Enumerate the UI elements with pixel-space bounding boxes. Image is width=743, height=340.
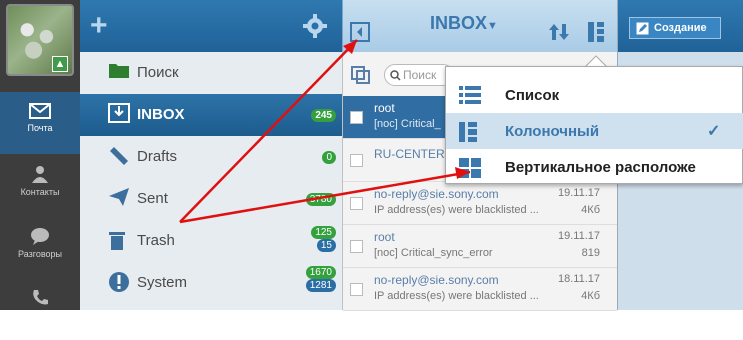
sort-icon[interactable]: [548, 22, 570, 42]
alert-icon: [109, 272, 129, 292]
search-placeholder: Поиск: [403, 68, 437, 82]
row-checkbox[interactable]: [350, 197, 363, 210]
message-sender: no-reply@sie.sony.com: [374, 273, 499, 287]
total-badge: 15: [316, 239, 336, 252]
phone-icon: [33, 290, 48, 305]
message-date: 18.11.17: [557, 273, 600, 285]
rail-item-mail[interactable]: Почта: [0, 92, 80, 154]
folder-item-sent[interactable]: Sent 3780: [80, 178, 342, 220]
columns-icon: [459, 122, 477, 142]
folder-label: System: [137, 274, 188, 291]
folder-item-drafts[interactable]: Drafts 0: [80, 136, 342, 178]
mail-icon: [29, 103, 51, 119]
folder-label: INBOX: [137, 106, 185, 123]
checkmark-icon: ✓: [707, 123, 721, 140]
message-date: 19.11.17: [557, 230, 600, 242]
message-sender: root: [374, 230, 395, 244]
folder-icon: [109, 64, 129, 78]
rail-item-chat[interactable]: Разговоры: [0, 216, 80, 278]
message-subject: [noc] Critical_sync_error: [374, 247, 493, 259]
pencil-icon: [110, 147, 128, 165]
status-badge: ▲: [52, 56, 68, 72]
search-input[interactable]: Поиск: [384, 64, 454, 86]
message-sender: root: [374, 101, 395, 115]
total-badge: 1281: [305, 279, 336, 292]
message-size: 4Кб: [581, 204, 600, 216]
folder-label: Sent: [137, 190, 168, 207]
rail-item-label: Почта: [27, 123, 53, 133]
menu-item-columns[interactable]: Колоночный ✓: [446, 113, 743, 149]
row-checkbox[interactable]: [350, 283, 363, 296]
folder-title: INBOX: [430, 13, 488, 33]
avatar[interactable]: ▲: [6, 4, 74, 76]
unread-badge: 0: [322, 151, 336, 164]
message-sender: no-reply@sie.sony.com: [374, 187, 499, 201]
chevron-down-icon: ▼: [487, 20, 498, 32]
menu-item-label: Список: [505, 87, 560, 104]
search-icon: [390, 70, 401, 81]
rail-item-phone[interactable]: [0, 278, 80, 340]
person-icon: [32, 166, 48, 183]
columns-layout-icon[interactable]: [587, 21, 605, 43]
folder-item-inbox[interactable]: INBOX 245: [80, 94, 342, 136]
unread-badge: 125: [311, 226, 336, 239]
folder-item-system[interactable]: System 1670 1281: [80, 262, 342, 304]
message-subject: IP address(es) were blacklisted ...: [374, 204, 539, 216]
folder-label: Drafts: [137, 148, 178, 165]
compose-icon: [636, 22, 649, 35]
folder-label: Trash: [137, 232, 175, 249]
list-icon: [459, 86, 481, 104]
row-checkbox[interactable]: [350, 240, 363, 253]
message-size: 4Кб: [581, 290, 600, 302]
unread-badge: 1670: [305, 266, 336, 279]
add-folder-button[interactable]: +: [90, 11, 108, 41]
folder-label: Поиск: [137, 64, 179, 81]
inbox-icon: [108, 103, 130, 123]
message-subject: IP address(es) were blacklisted ...: [374, 290, 539, 302]
rail-item-contacts[interactable]: Контакты: [0, 154, 80, 216]
create-label: Создание: [654, 22, 707, 34]
vertical-layout-icon: [459, 158, 481, 178]
trash-icon: [109, 232, 125, 250]
menu-item-vertical[interactable]: Вертикальное расположе: [446, 149, 743, 185]
rail-item-label: Контакты: [20, 187, 60, 197]
create-button[interactable]: Создание: [629, 17, 721, 39]
row-checkbox[interactable]: [350, 154, 363, 167]
menu-item-label: Колоночный: [505, 123, 600, 140]
paper-plane-icon: [109, 188, 129, 206]
message-sender: RU-CENTER: [374, 147, 445, 161]
select-all-icon[interactable]: [351, 66, 371, 84]
message-size: 819: [581, 247, 600, 259]
chat-icon: [31, 228, 49, 245]
folder-title-dropdown[interactable]: INBOX▼: [430, 13, 498, 34]
message-row[interactable]: no-reply@sie.sony.com IP address(es) wer…: [343, 182, 617, 225]
folder-item-trash[interactable]: Trash 125 15: [80, 220, 342, 262]
collapse-panel-icon[interactable]: [350, 22, 370, 42]
message-date: 19.11.17: [557, 187, 600, 199]
menu-item-list[interactable]: Список: [446, 77, 743, 113]
folder-item-search[interactable]: Поиск: [80, 52, 342, 94]
message-row[interactable]: no-reply@sie.sony.com IP address(es) wer…: [343, 268, 617, 311]
unread-badge: 245: [311, 109, 336, 122]
unread-badge: 3780: [305, 193, 336, 206]
gear-icon[interactable]: [303, 14, 327, 38]
message-subject: [noc] Critical_: [374, 118, 441, 130]
message-row[interactable]: root [noc] Critical_sync_error 19.11.17 …: [343, 225, 617, 268]
row-checkbox[interactable]: [350, 111, 363, 124]
rail-item-label: Разговоры: [18, 249, 62, 259]
menu-item-label: Вертикальное расположе: [505, 159, 696, 176]
